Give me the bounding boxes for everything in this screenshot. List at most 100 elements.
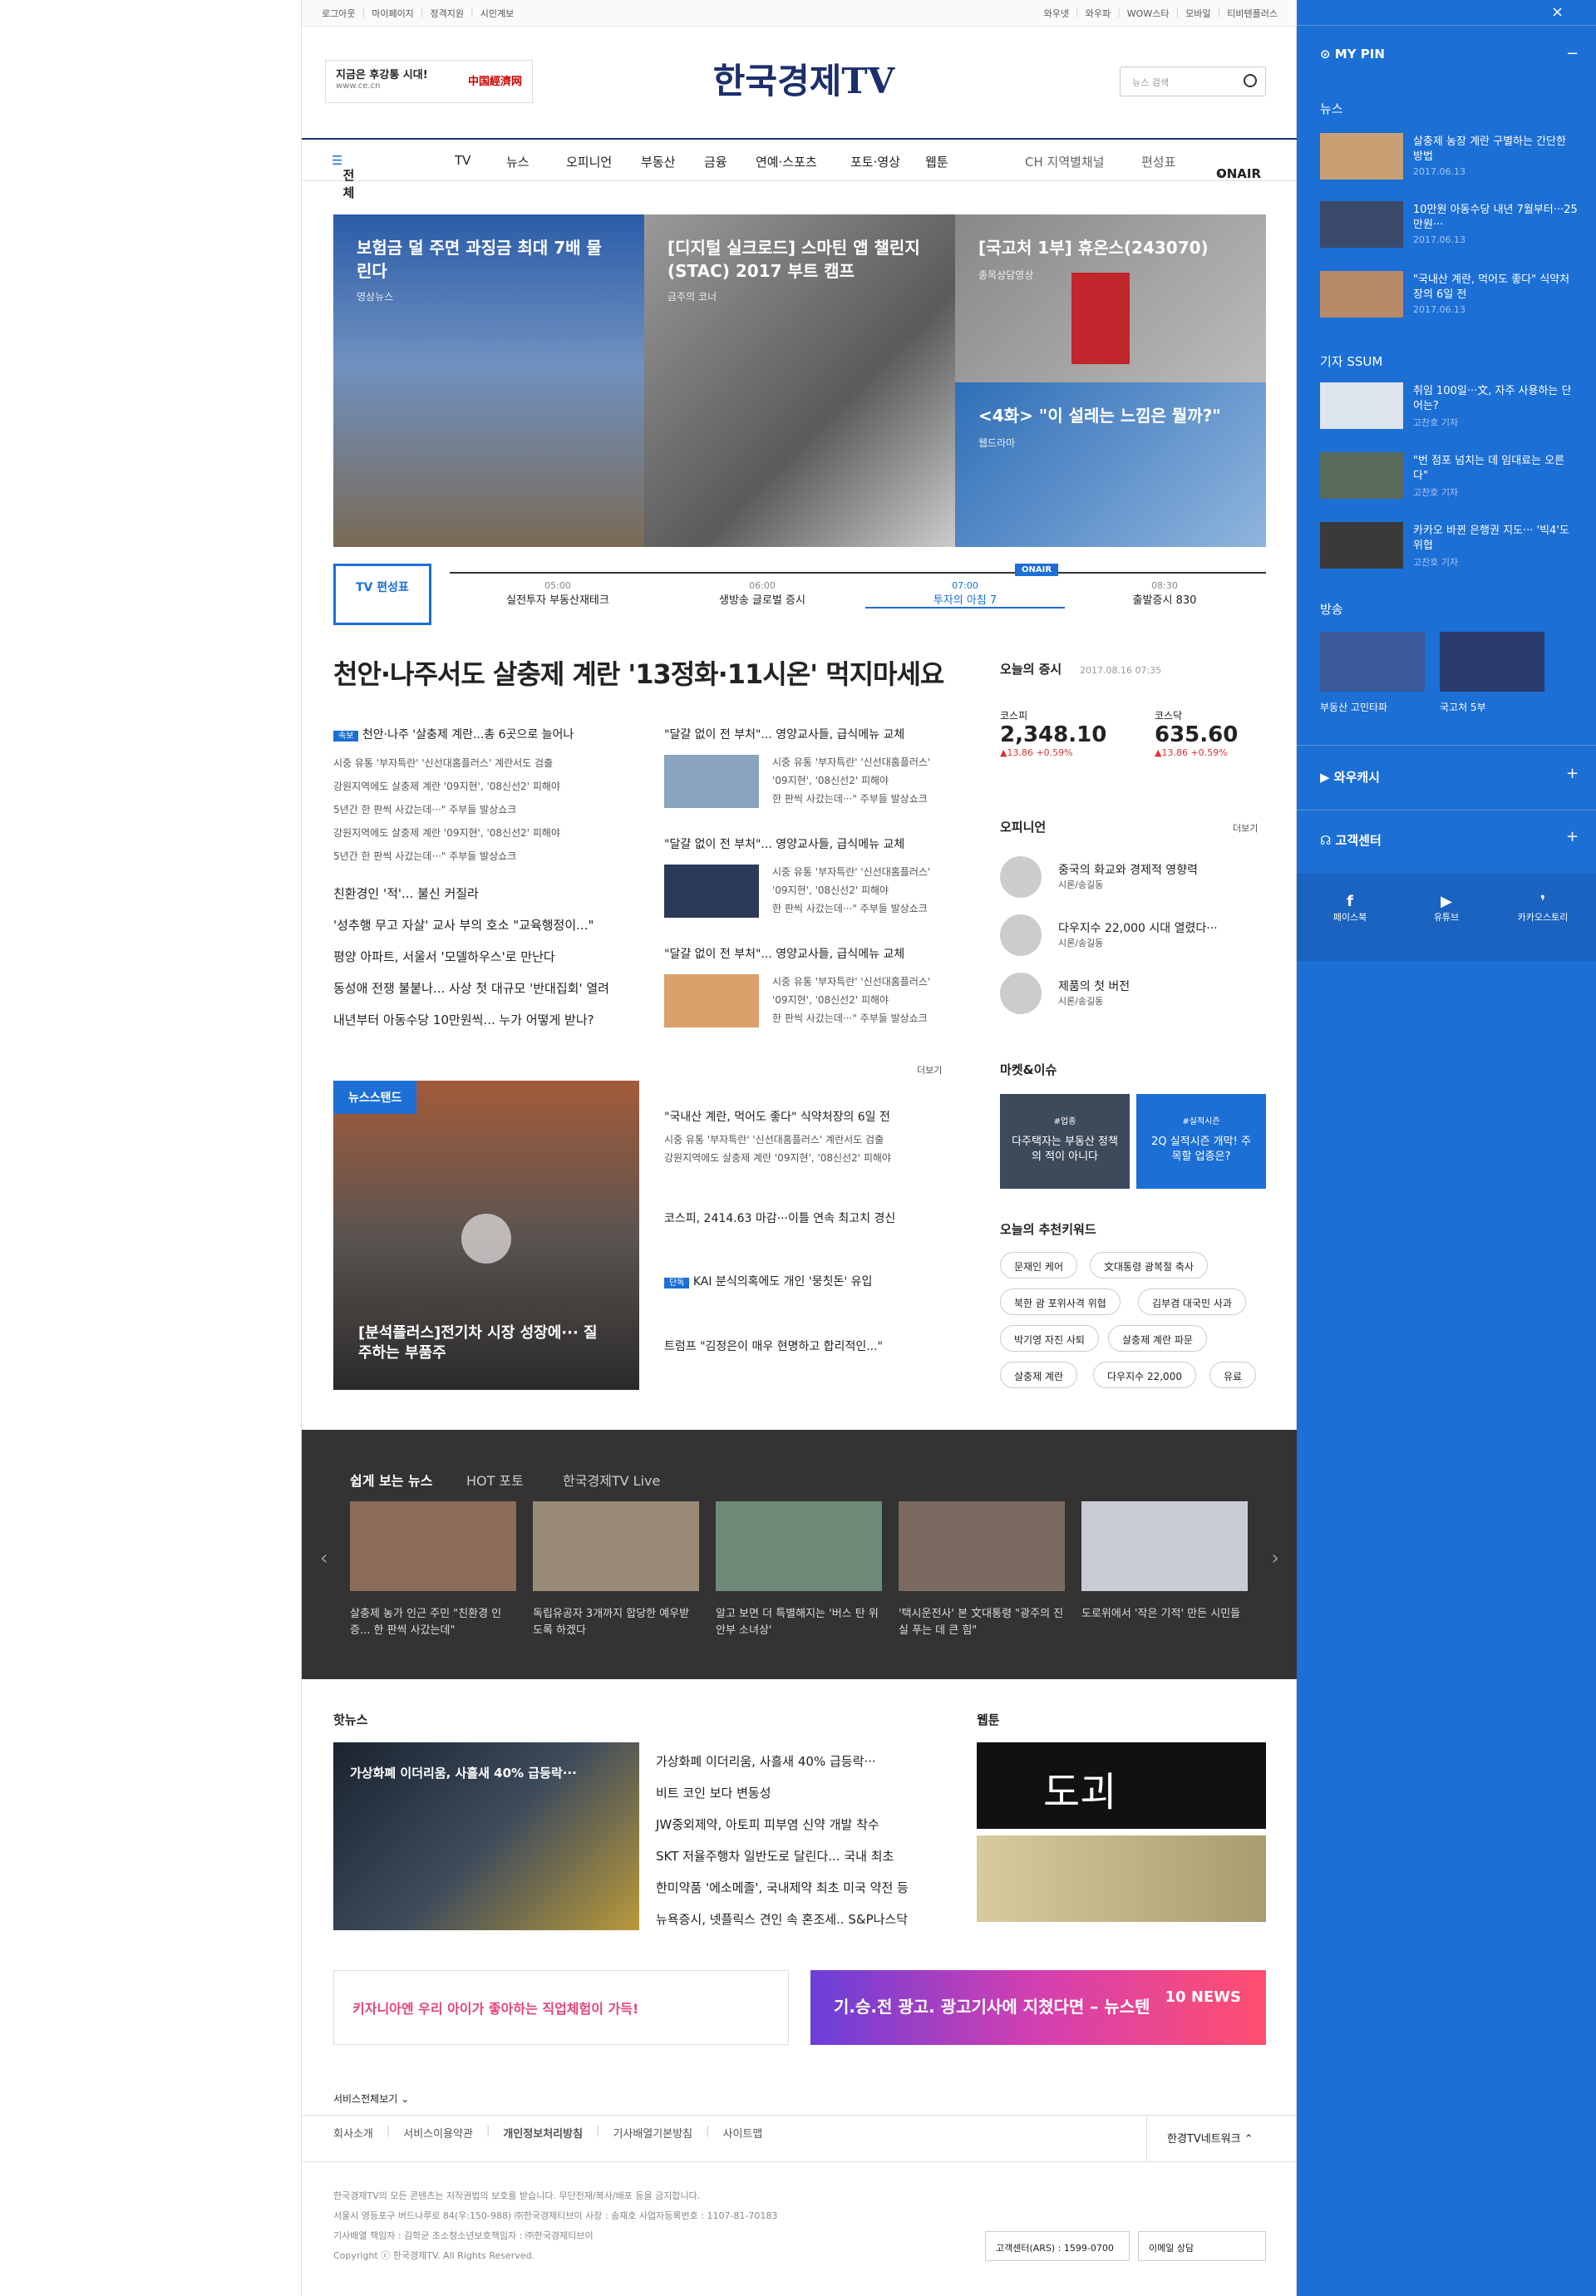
hero-tile-1[interactable]: 보험금 덜 주면 과징금 최대 7배 물린다 영상뉴스: [333, 214, 644, 547]
mypage-link[interactable]: 마이페이지: [372, 7, 414, 20]
mid-sub[interactable]: 시중 유통 '부자특란' '신선대홈플러스': [772, 863, 955, 881]
mid-news-1[interactable]: "달걀 없이 전 부처"... 영양교사들, 급식메뉴 교체 시중 유통 '부자…: [664, 727, 930, 808]
newsstand-sub[interactable]: 시중 유통 '부자특란' '신선대홈플러스' 계란서도 검출: [664, 1131, 955, 1149]
footer-link-policy[interactable]: 기사배열기본방침: [613, 2125, 692, 2141]
wow-cash-toggle[interactable]: ▶ 와우캐시: [1320, 768, 1380, 786]
keyword-chip[interactable]: 김부겸 대국민 사과: [1138, 1288, 1246, 1315]
service-all-link[interactable]: 서비스전체보기 ⌄: [333, 2092, 409, 2106]
support-link[interactable]: 정격지원: [431, 7, 464, 20]
wowpa-link[interactable]: 와우파: [1086, 7, 1111, 20]
wownet-link[interactable]: 와우넷: [1044, 7, 1069, 20]
hotnews-item[interactable]: SKT 저율주행차 일반도로 달린다... 국내 최초: [656, 1840, 909, 1872]
easy-card[interactable]: 살충제 농가 인근 주민 "친환경 인증... 한 판씩 사갔는데": [350, 1501, 516, 1639]
easy-card[interactable]: 알고 보면 더 특별해지는 '버스 탄 위안부 소녀상': [716, 1501, 882, 1639]
keyword-chip[interactable]: 유료: [1209, 1362, 1257, 1388]
sidebar-news-item[interactable]: 살충제 농장 계란 구별하는 간단한 방법 2017.06.13: [1320, 133, 1578, 183]
email-dropdown[interactable]: 이메일 상담: [1138, 2231, 1266, 2261]
nav-tv[interactable]: TV: [455, 153, 470, 168]
schedule-item-4[interactable]: 08:30 출발증시 830: [1065, 580, 1264, 607]
kosdaq-box[interactable]: 코스닥 635.60 ▲13.86 +0.59%: [1155, 708, 1238, 758]
footer-link-terms[interactable]: 서비스이용약관: [403, 2125, 473, 2141]
newsstand-sub[interactable]: 강원지역에도 살충제 계란 '09지현', '08신선2' 피해야: [664, 1149, 955, 1167]
china-ad-banner[interactable]: 지금은 후강통 시대! www.ce.cn 中国經濟网: [325, 60, 533, 103]
nav-finance[interactable]: 금융: [704, 153, 727, 170]
keyword-chip[interactable]: 살충제 계란 파문: [1108, 1325, 1207, 1352]
tvten-link[interactable]: 티비텐플러스: [1227, 7, 1278, 20]
broadcast-thumb-1[interactable]: [1320, 632, 1425, 692]
tab-hot-photo[interactable]: HOT 포토: [466, 1470, 524, 1490]
webtoon-banner-1[interactable]: 도괴: [977, 1742, 1266, 1829]
customer-center-toggle[interactable]: ☊ 고객센터: [1320, 831, 1382, 849]
schedule-item-2[interactable]: 06:00 생방송 글로벌 증시: [663, 580, 862, 607]
mid-sub[interactable]: 한 판씩 사갔는데···" 주부들 발상쇼크: [772, 1009, 955, 1027]
footer-link-sitemap[interactable]: 사이트맵: [723, 2125, 763, 2141]
sub-news[interactable]: 5년간 한 판씩 사갔는데···" 주부들 발상쇼크: [333, 798, 641, 821]
sub-news[interactable]: 강원지역에도 살충제 계란 '09지현', '08신선2' 피해야: [333, 821, 641, 845]
keyword-chip[interactable]: 문재인 케어: [1000, 1252, 1078, 1279]
keyword-chip[interactable]: 살충제 계란: [1000, 1362, 1078, 1388]
play-icon[interactable]: [461, 1214, 511, 1264]
ars-dropdown[interactable]: 고객센터(ARS) : 1599-0700: [985, 2231, 1130, 2261]
nav-entertainment[interactable]: 연예·스포츠: [756, 153, 817, 170]
hotnews-image[interactable]: 가상화폐 이더리움, 사흘새 40% 급등락···: [333, 1742, 639, 1930]
kospi-box[interactable]: 코스피 2,348.10 ▲13.86 +0.59%: [1000, 708, 1106, 758]
more-link[interactable]: 더보기: [917, 1062, 942, 1079]
news-link[interactable]: 평양 아파트, 서울서 '모델하우스'로 만난다: [333, 941, 641, 973]
market-card-2[interactable]: #실적시즌 2Q 실적시즌 개막! 주목할 업종은?: [1136, 1094, 1266, 1189]
hero-tile-2[interactable]: [디지털 실크로드] 스마틴 앱 챌린지(STAC) 2017 부트 캠프 금주…: [644, 214, 955, 547]
nav-region[interactable]: CH 지역별채널: [1025, 153, 1105, 170]
sub-news[interactable]: 시중 유통 '부자특란' '신선대홈플러스' 계란서도 검출: [333, 751, 641, 775]
keyword-chip[interactable]: 박기영 자진 사퇴: [1000, 1325, 1099, 1352]
logout-link[interactable]: 로그아웃: [322, 7, 355, 20]
next-arrow-icon[interactable]: ›: [1271, 1546, 1279, 1569]
mid-news-3[interactable]: "달걀 없이 전 부처"... 영양교사들, 급식메뉴 교체 시중 유통 '부자…: [664, 946, 930, 1027]
mid-sub[interactable]: '09지현', '08신선2' 피해야: [772, 991, 955, 1009]
newsstand-item[interactable]: 트럼프 "김정은이 매우 현명하고 합리적인...": [664, 1338, 955, 1355]
youtube-link[interactable]: ▶ 유튜브: [1421, 893, 1471, 924]
market-card-1[interactable]: #업종 다주택자는 부동산 정책의 적이 아니다: [1000, 1094, 1130, 1189]
footer-link-privacy[interactable]: 개인정보처리방침: [503, 2125, 583, 2141]
sidebar-news-item[interactable]: 10만원 아동수당 내년 7월부터···25만원··· 2017.06.13: [1320, 201, 1578, 251]
easy-card[interactable]: 독립유공자 3개까지 합당한 예우받도록 하겠다: [533, 1501, 699, 1639]
schedule-label[interactable]: TV 편성표: [333, 564, 431, 625]
newsten-banner[interactable]: 기.승.전 광고. 광고기사에 지쳤다면 – 뉴스텐 10 NEWS: [810, 1970, 1266, 2045]
sub-news[interactable]: 강원지역에도 살충제 계란 '09지현', '08신선2' 피해야: [333, 775, 641, 798]
newsstand-item[interactable]: "국내산 계란, 먹어도 좋다" 식약처장의 6일 전: [664, 1109, 955, 1126]
nav-opinion[interactable]: 오피니언: [566, 153, 612, 170]
prev-arrow-icon[interactable]: ‹: [320, 1546, 328, 1569]
nav-schedule[interactable]: 편성표: [1141, 153, 1175, 170]
mid-sub[interactable]: 시중 유통 '부자특란' '신선대홈플러스': [772, 973, 955, 991]
mid-news-2[interactable]: "달걀 없이 전 부처"... 영양교사들, 급식메뉴 교체 시중 유통 '부자…: [664, 836, 930, 918]
mid-sub[interactable]: '09지현', '08신선2' 피해야: [772, 881, 955, 899]
hotnews-item[interactable]: 뉴욕증시, 넷플릭스 견인 속 혼조세.. S&P나스닥: [656, 1904, 909, 1935]
news-link[interactable]: 내년부터 아동수당 10만원씩... 누가 어떻게 받나?: [333, 1004, 641, 1036]
nav-webtoon[interactable]: 웹툰: [925, 153, 948, 170]
newsstand-item[interactable]: 코스피, 2414.63 마감···이틀 연속 최고치 경신: [664, 1210, 955, 1227]
kakaostory-link[interactable]: ❜ 카카오스토리: [1510, 893, 1576, 924]
citizen-link[interactable]: 시민계보: [480, 7, 514, 20]
footer-link-about[interactable]: 회사소개: [333, 2125, 373, 2141]
hotnews-item[interactable]: 가상화폐 이더리움, 사흘새 40% 급등락···: [656, 1746, 909, 1777]
nav-all-menu[interactable]: ☰ 전체: [332, 153, 354, 200]
schedule-item-3[interactable]: 07:00 투자의 아침 7: [865, 580, 1065, 608]
mid-sub[interactable]: '09지현', '08신선2' 피해야: [772, 771, 955, 790]
opinion-item[interactable]: 다우지수 22,000 시대 열렸다··· 시론/송길동: [1058, 919, 1218, 949]
search-input[interactable]: 뉴스 검색: [1120, 67, 1266, 96]
keyword-chip[interactable]: 다우지수 22,000: [1093, 1362, 1196, 1388]
nav-photo[interactable]: 포토·영상: [850, 153, 900, 170]
mid-sub[interactable]: 시중 유통 '부자특란' '신선대홈플러스': [772, 753, 955, 771]
nav-news[interactable]: 뉴스: [506, 153, 530, 170]
kidzania-banner[interactable]: 키자니아엔 우리 아이가 좋아하는 직업체험이 가득!: [333, 1970, 789, 2045]
mid-sub[interactable]: 한 판씩 사갔는데···" 주부들 발상쇼크: [772, 790, 955, 808]
broadcast-thumb-2[interactable]: [1440, 632, 1544, 692]
mid-sub[interactable]: 한 판씩 사갔는데···" 주부들 발상쇼크: [772, 899, 955, 918]
network-dropdown[interactable]: 한경TV네트워크 ⌃: [1146, 2115, 1298, 2161]
hotnews-item[interactable]: 한미약품 '에소메졸', 국내제약 최초 미국 약전 등: [656, 1872, 909, 1904]
opinion-more[interactable]: 더보기: [1233, 821, 1258, 835]
opinion-item[interactable]: 중국의 화교와 경제적 영향력 시론/송길동: [1058, 861, 1198, 891]
newsstand-item[interactable]: 단독 KAI 분식의혹에도 개인 '뭉칫돈' 유입: [664, 1274, 955, 1292]
mobile-link[interactable]: 모바일: [1185, 7, 1210, 20]
tab-live[interactable]: 한국경제TV Live: [563, 1470, 660, 1490]
news-link[interactable]: '성추행 무고 자살' 교사 부의 호소 "교육행정이...": [333, 909, 641, 941]
expand-icon[interactable]: +: [1566, 765, 1579, 782]
